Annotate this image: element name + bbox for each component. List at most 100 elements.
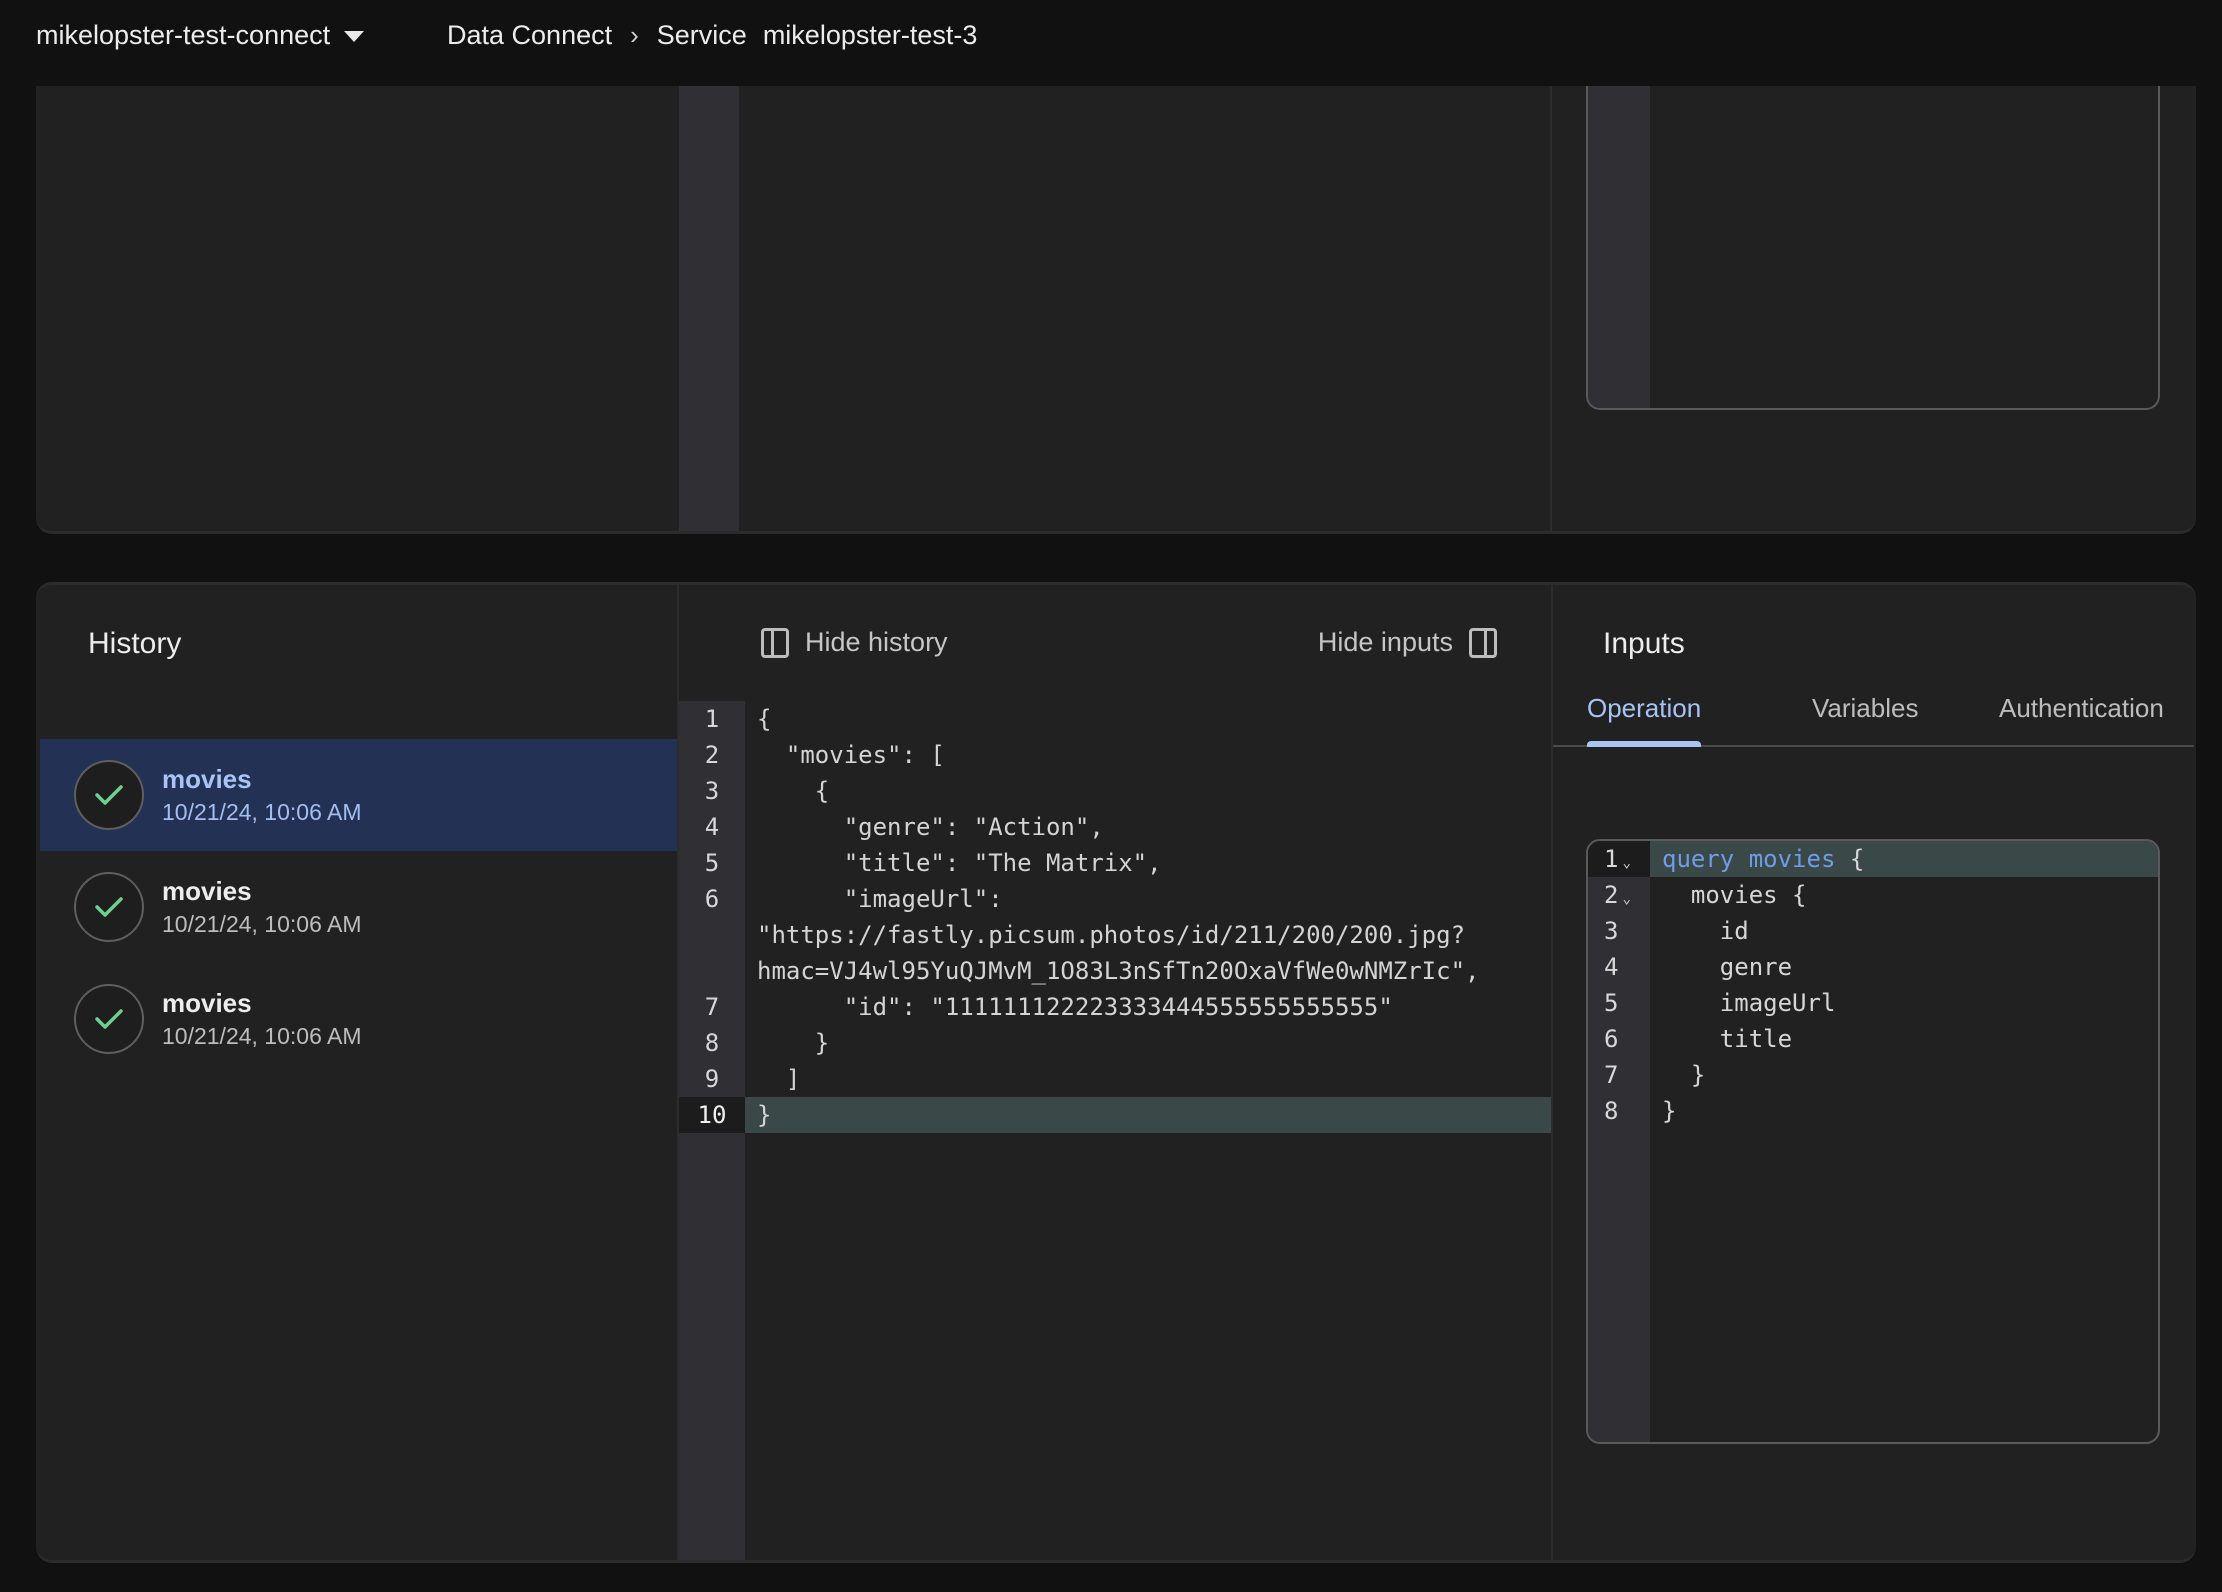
inputs-tabs: Operation Variables Authentication	[1553, 693, 2194, 747]
line-number: 7	[1604, 1061, 1619, 1089]
line-number: 7	[704, 993, 720, 1021]
breadcrumb-service-name[interactable]: mikelopster-test-3	[763, 20, 978, 51]
line-number: 3	[704, 777, 720, 805]
status-circle	[74, 872, 144, 942]
code-line: hmac=VJ4wl95YuQJMvM_1O83L3nSfTn20OxaVfWe…	[679, 953, 1551, 989]
operation-line: 8}	[1588, 1093, 2158, 1129]
history-item-time: 10/21/24, 10:06 AM	[162, 1023, 362, 1049]
result-code-viewer[interactable]: 1{2 "movies": [3 {4 "genre": "Action", 5 …	[679, 701, 1551, 1560]
code-text: hmac=VJ4wl95YuQJMvM_1O83L3nSfTn20OxaVfWe…	[757, 957, 1480, 985]
dropdown-caret-icon	[344, 31, 365, 42]
line-number	[679, 953, 745, 989]
operation-line: 5 imageUrl	[1588, 985, 2158, 1021]
hide-inputs-label: Hide inputs	[1317, 627, 1453, 657]
project-selector[interactable]: mikelopster-test-connect	[36, 20, 365, 51]
line-number: 6	[1604, 1025, 1619, 1053]
code-line: 2 "movies": [	[679, 737, 1551, 773]
history-item-time: 10/21/24, 10:06 AM	[162, 799, 362, 825]
operation-editor[interactable]: 1 ⌄ query movies {2 ⌄ movies {3 id 4 genre 5 …	[1586, 839, 2160, 1444]
code-line: 7 "id": "111111122223333444555555555555"	[679, 989, 1551, 1025]
status-circle	[74, 984, 144, 1054]
history-item-text: movies 10/21/24, 10:06 AM	[162, 986, 362, 1052]
code-line: 5 "title": "The Matrix",	[679, 845, 1551, 881]
code-text: genre	[1662, 953, 1793, 981]
line-number: 9	[704, 1065, 720, 1093]
breadcrumb-data-connect[interactable]: Data Connect	[447, 20, 612, 51]
breadcrumb: Data Connect › Service mikelopster-test-…	[447, 20, 977, 51]
line-number	[679, 917, 745, 953]
breadcrumb-service-label: Service	[656, 20, 747, 50]
line-number: 5	[1604, 989, 1619, 1017]
operation-line: 3 id	[1588, 913, 2158, 949]
code-line: 9 ]	[679, 1061, 1551, 1097]
line-number: 1 ⌄	[1588, 841, 1650, 877]
history-item-name: movies	[162, 764, 252, 794]
code-line: 4 "genre": "Action",	[679, 809, 1551, 845]
code-text: id	[1662, 917, 1749, 945]
top-editor-gutter	[679, 86, 739, 531]
operation-line: 2 ⌄ movies {	[1588, 877, 2158, 913]
operation-line: 7 }	[1588, 1057, 2158, 1093]
result-toolbar: Hide history Hide inputs	[679, 585, 1551, 695]
line-number: 6	[704, 885, 720, 913]
check-icon	[95, 1009, 123, 1029]
fold-chevron-icon[interactable]: ⌄	[1622, 881, 1630, 917]
line-number: 2 ⌄	[1588, 877, 1650, 913]
code-line: "https://fastly.picsum.photos/id/211/200…	[679, 917, 1551, 953]
code-text: }	[1662, 1061, 1706, 1089]
playground-panel: History movies 10/21/24, 10:06 AM movies 10…	[36, 582, 2196, 1563]
code-text: {	[757, 705, 772, 733]
status-circle	[74, 760, 144, 830]
code-text: ]	[757, 1065, 801, 1093]
history-item[interactable]: movies 10/21/24, 10:06 AM	[40, 851, 678, 963]
line-number: 5	[704, 849, 720, 877]
operation-line: 4 genre	[1588, 949, 2158, 985]
code-text: "title": "The Matrix",	[757, 849, 1162, 877]
history-item[interactable]: movies 10/21/24, 10:06 AM	[40, 963, 678, 1075]
tab-authentication[interactable]: Authentication	[1999, 693, 2164, 745]
check-icon	[95, 785, 123, 805]
code-text: title	[1662, 1025, 1793, 1053]
operation-line: 6 title	[1588, 1021, 2158, 1057]
code-line: 3 {	[679, 773, 1551, 809]
fold-chevron-icon[interactable]: ⌄	[1622, 845, 1630, 881]
code-text: "genre": "Action",	[757, 813, 1104, 841]
line-number: 10	[679, 1097, 745, 1133]
line-number: 4	[704, 813, 720, 841]
code-text: movies {	[1662, 881, 1807, 909]
history-item-time: 10/21/24, 10:06 AM	[162, 911, 362, 937]
line-number: 3	[1604, 917, 1619, 945]
hide-history-button[interactable]: Hide history	[761, 627, 948, 658]
right-panel-icon	[1469, 627, 1497, 658]
history-title: History	[88, 627, 182, 660]
result-column: Hide history Hide inputs 1{2 "movies": […	[679, 585, 1551, 1560]
code-line: 1{	[679, 701, 1551, 737]
history-item[interactable]: movies 10/21/24, 10:06 AM	[40, 739, 678, 851]
code-text: "id": "111111122223333444555555555555"	[757, 993, 1393, 1021]
line-number: 8	[704, 1029, 720, 1057]
history-item-name: movies	[162, 876, 252, 906]
tab-variables[interactable]: Variables	[1812, 693, 1918, 745]
code-text: {	[757, 777, 830, 805]
inputs-title: Inputs	[1603, 627, 1685, 660]
operation-line: 1 ⌄ query movies {	[1588, 841, 2158, 877]
tab-operation[interactable]: Operation	[1587, 693, 1702, 747]
check-icon	[95, 897, 123, 917]
inputs-column: Inputs Operation Variables Authenticatio…	[1553, 585, 2196, 1560]
line-number: 4	[1604, 953, 1619, 981]
code-text: query movies {	[1650, 841, 2158, 877]
line-number: 2	[704, 741, 720, 769]
code-line: 6 "imageUrl":	[679, 881, 1551, 917]
history-item-text: movies 10/21/24, 10:06 AM	[162, 874, 362, 940]
history-item-text: movies 10/21/24, 10:06 AM	[162, 762, 362, 828]
line-number: 1	[704, 705, 720, 733]
history-item-name: movies	[162, 988, 252, 1018]
code-line: 10}	[679, 1097, 1551, 1133]
hide-history-label: Hide history	[805, 627, 948, 657]
hide-inputs-button[interactable]: Hide inputs	[1318, 627, 1497, 658]
code-text: "imageUrl":	[757, 885, 1003, 913]
chevron-right-icon: ›	[630, 20, 639, 50]
code-text: "https://fastly.picsum.photos/id/211/200…	[757, 921, 1466, 949]
history-list: movies 10/21/24, 10:06 AM movies 10/21/24, …	[40, 739, 678, 1075]
project-name: mikelopster-test-connect	[36, 20, 331, 50]
